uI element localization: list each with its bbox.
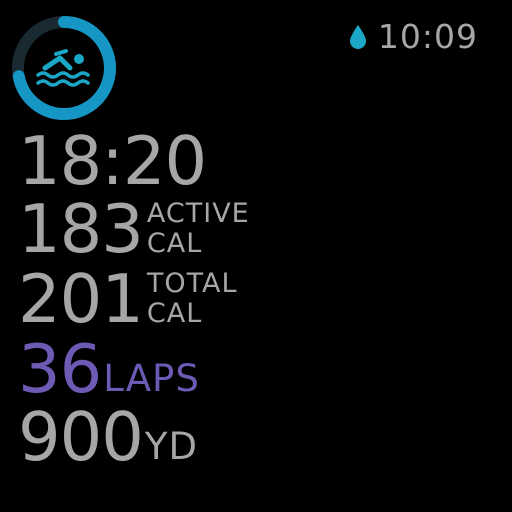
laps-unit: LAPS — [103, 357, 200, 400]
metric-total-calories: 201 TOTAL CAL — [18, 266, 238, 333]
active-calories-unit-line2: CAL — [146, 228, 203, 259]
distance-unit: YD — [144, 425, 198, 468]
metric-active-calories: 183 ACTIVE CAL — [18, 196, 250, 263]
ring-svg — [12, 16, 116, 120]
metric-duration: 18:20 — [18, 122, 207, 200]
watch-screen: 10:09 18:20 183 ACTIVE CAL 201 TOTAL CAL… — [0, 0, 512, 512]
active-calories-unit: ACTIVE CAL — [147, 197, 250, 257]
total-calories-value: 201 — [18, 260, 144, 338]
duration-value: 18:20 — [18, 122, 207, 200]
laps-value: 36 — [18, 330, 102, 408]
status-bar: 10:09 — [348, 20, 478, 53]
total-calories-unit: TOTAL CAL — [147, 267, 238, 327]
metric-laps: 36 LAPS — [18, 336, 200, 403]
active-calories-unit-line1: ACTIVE — [146, 198, 250, 229]
metric-distance: 900 YD — [18, 404, 198, 471]
distance-value: 900 — [18, 398, 144, 476]
total-calories-unit-line1: TOTAL — [146, 268, 238, 299]
active-calories-value: 183 — [18, 190, 144, 268]
water-drop-icon — [349, 24, 366, 49]
total-calories-unit-line2: CAL — [146, 298, 203, 329]
clock-time: 10:09 — [377, 17, 478, 56]
workout-progress-ring — [8, 12, 120, 124]
swimmer-icon — [36, 49, 90, 87]
